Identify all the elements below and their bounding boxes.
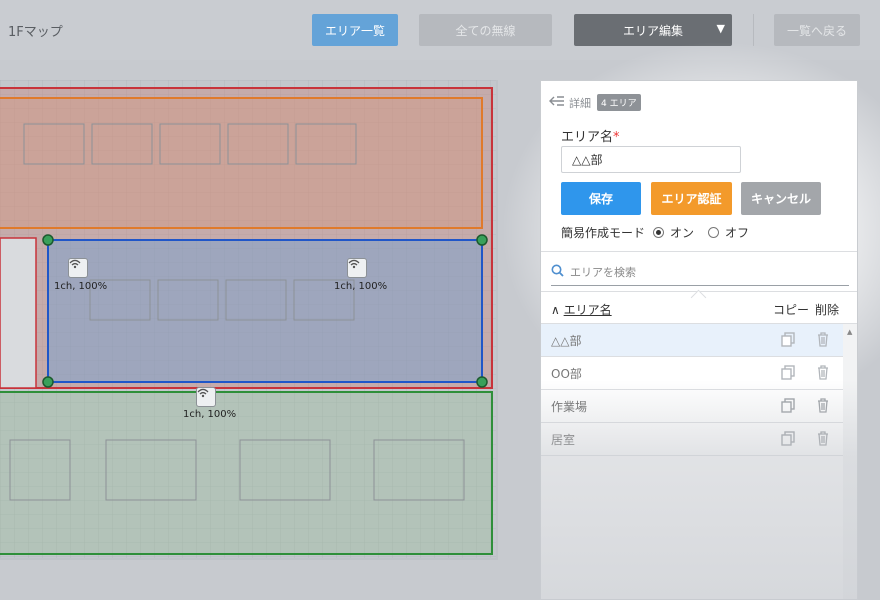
sort-by-name-link[interactable]: エリア名 xyxy=(564,303,612,317)
area-orange[interactable] xyxy=(0,97,483,229)
access-point-icon[interactable] xyxy=(347,258,367,278)
mode-on-radio[interactable] xyxy=(653,227,665,238)
area-item-name: 居室 xyxy=(551,432,576,447)
scroll-up-icon[interactable]: ▲ xyxy=(847,328,852,336)
floor-plan-svg xyxy=(0,80,496,558)
cancel-button[interactable]: キャンセル xyxy=(741,182,821,215)
area-edit-label: エリア編集 xyxy=(622,23,683,38)
simple-mode-label: 簡易作成モード xyxy=(561,226,646,240)
sort-arrow-icon[interactable]: ∧ xyxy=(551,303,560,317)
page-title: 1Fマップ xyxy=(8,25,63,40)
mode-on-label[interactable]: オン xyxy=(670,224,694,241)
resize-handle-tr[interactable] xyxy=(476,234,488,246)
area-item-name: 作業場 xyxy=(551,399,588,414)
access-point-icon[interactable] xyxy=(68,258,88,278)
trash-icon[interactable] xyxy=(817,398,829,416)
area-name-label-text: エリア名 xyxy=(561,130,614,145)
list-item[interactable]: △△部 xyxy=(541,324,843,357)
back-lines-icon[interactable] xyxy=(549,96,565,109)
copy-icon[interactable] xyxy=(781,431,795,449)
copy-icon[interactable] xyxy=(781,398,795,416)
area-count-badge: 4 エリア xyxy=(597,94,641,111)
area-auth-button[interactable]: エリア認証 xyxy=(651,182,732,215)
trash-icon[interactable] xyxy=(817,332,829,350)
copy-icon[interactable] xyxy=(781,365,795,383)
area-name-label: エリア名* xyxy=(561,126,620,145)
simple-mode-row: 簡易作成モード オン オフ xyxy=(561,224,749,241)
area-list: △△部 OO部 作業場 居室 xyxy=(541,324,843,456)
area-list-button[interactable]: エリア一覧 xyxy=(312,14,398,46)
copy-icon[interactable] xyxy=(781,332,795,350)
list-scrollbar[interactable] xyxy=(843,324,857,599)
resize-handle-bl[interactable] xyxy=(42,376,54,388)
caret-down-icon: ▼ xyxy=(716,22,725,35)
list-item[interactable]: 作業場 xyxy=(541,390,843,423)
access-point-label: 1ch, 100% xyxy=(54,281,108,292)
search-icon xyxy=(551,264,564,280)
resize-handle-br[interactable] xyxy=(476,376,488,388)
access-point-label: 1ch, 100% xyxy=(183,409,237,420)
delete-column-header: 削除 xyxy=(815,303,840,317)
mode-off-radio[interactable] xyxy=(708,227,720,238)
search-placeholder: エリアを検索 xyxy=(570,266,636,279)
area-list-header: ∧ エリア名 コピー 削除 xyxy=(551,301,841,318)
area-left-room xyxy=(0,237,37,389)
area-blue[interactable] xyxy=(47,239,483,383)
resize-handle-tl[interactable] xyxy=(42,234,54,246)
access-point-label: 1ch, 100% xyxy=(334,281,388,292)
divider xyxy=(541,251,857,252)
trash-icon[interactable] xyxy=(817,365,829,383)
detail-label: 詳細 xyxy=(569,96,591,110)
area-name-input[interactable] xyxy=(561,146,741,173)
save-button[interactable]: 保存 xyxy=(561,182,641,215)
trash-icon[interactable] xyxy=(817,431,829,449)
list-item[interactable]: 居室 xyxy=(541,423,843,456)
area-detail-panel: 詳細 4 エリア エリア名* 保存 エリア認証 キャンセル 簡易作成モード オン… xyxy=(540,80,858,600)
floor-map[interactable]: 1ch, 100% 1ch, 100% 1ch, 100% xyxy=(0,80,498,560)
area-item-name: OO部 xyxy=(551,366,582,381)
access-point-icon[interactable] xyxy=(196,387,216,407)
copy-column-header: コピー xyxy=(773,303,810,317)
required-mark: * xyxy=(613,130,620,145)
area-green[interactable] xyxy=(0,391,493,555)
list-item[interactable]: OO部 xyxy=(541,357,843,390)
panel-header[interactable]: 詳細 4 エリア xyxy=(549,94,641,111)
mode-off-label[interactable]: オフ xyxy=(725,224,749,241)
area-item-name: △△部 xyxy=(551,333,582,348)
area-search-field[interactable]: エリアを検索 xyxy=(551,259,849,286)
